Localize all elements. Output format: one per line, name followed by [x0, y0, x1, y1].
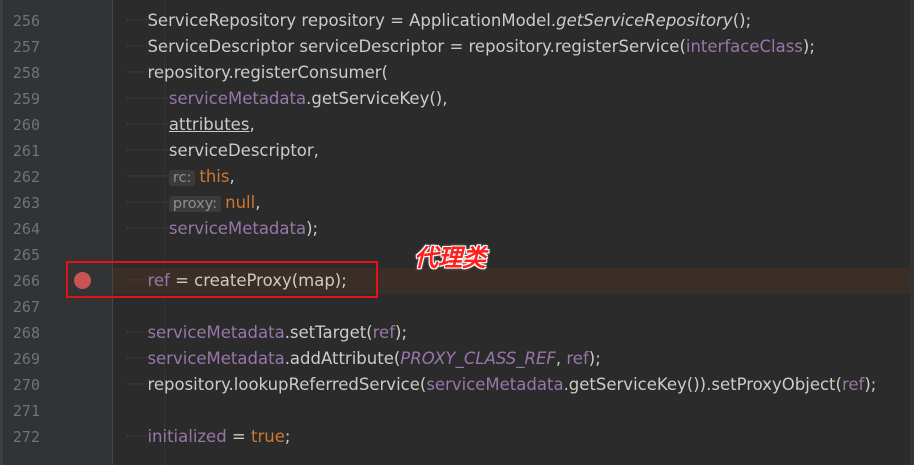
- line-number: 265: [12, 246, 40, 264]
- code-text: ················attributes,: [126, 115, 255, 134]
- code-line[interactable]: 272 ········initialized = true;: [0, 424, 914, 450]
- code-line[interactable]: 258 ········repository.registerConsumer(: [0, 60, 914, 86]
- code-text: ················ proxy: null,: [126, 193, 261, 212]
- code-text: ········ServiceRepository repository = A…: [126, 11, 752, 30]
- code-line[interactable]: 269 ········serviceMetadata.addAttribute…: [0, 346, 914, 372]
- parameter-hint: proxy:: [168, 196, 222, 212]
- line-number: 259: [12, 90, 40, 108]
- code-text: ········ServiceDescriptor serviceDescrip…: [126, 37, 815, 56]
- code-text: ················serviceMetadata.getServi…: [126, 89, 448, 108]
- code-text: ················serviceDescriptor,: [126, 141, 319, 160]
- line-number: 264: [12, 220, 40, 238]
- code-editor[interactable]: 256 ········ServiceRepository repository…: [0, 0, 914, 465]
- code-line[interactable]: 268 ········serviceMetadata.setTarget(re…: [0, 320, 914, 346]
- line-number: 262: [12, 168, 40, 186]
- line-number: 271: [12, 402, 40, 420]
- code-line[interactable]: 271: [0, 398, 914, 424]
- line-number: 270: [12, 376, 40, 394]
- line-number: 261: [12, 142, 40, 160]
- line-number: 258: [12, 64, 40, 82]
- line-number: 256: [12, 12, 40, 30]
- line-number: 268: [12, 324, 40, 342]
- line-number: 269: [12, 350, 40, 368]
- line-number: 267: [12, 298, 40, 316]
- code-line[interactable]: 261 ················serviceDescriptor,: [0, 138, 914, 164]
- line-number: 266: [12, 272, 40, 290]
- code-line[interactable]: 256 ········ServiceRepository repository…: [0, 8, 914, 34]
- code-text: ········serviceMetadata.setTarget(ref);: [126, 323, 408, 342]
- line-number: 260: [12, 116, 40, 134]
- code-line[interactable]: 259 ················serviceMetadata.getS…: [0, 86, 914, 112]
- line-number: 263: [12, 194, 40, 212]
- parameter-hint: rc:: [168, 170, 196, 186]
- line-number: 257: [12, 38, 40, 56]
- code-line[interactable]: 260 ················attributes,: [0, 112, 914, 138]
- scrollbar-track[interactable]: [910, 0, 914, 465]
- code-text: ········initialized = true;: [126, 427, 291, 446]
- code-text: ················ rc: this,: [126, 167, 235, 186]
- highlight-box: [66, 261, 378, 298]
- line-number: 272: [12, 428, 40, 446]
- code-text: ················serviceMetadata);: [126, 219, 319, 238]
- code-line[interactable]: 270 ········repository.lookupReferredSer…: [0, 372, 914, 398]
- code-line[interactable]: 262 ················ rc: this,: [0, 164, 914, 190]
- code-line[interactable]: 257 ········ServiceDescriptor serviceDes…: [0, 34, 914, 60]
- code-text: ········repository.lookupReferredService…: [126, 375, 877, 394]
- code-text: ········serviceMetadata.addAttribute(PRO…: [126, 349, 601, 368]
- annotation-label: 代理类: [414, 244, 486, 272]
- code-text: ········repository.registerConsumer(: [126, 63, 388, 82]
- code-line[interactable]: 263 ················ proxy: null,: [0, 190, 914, 216]
